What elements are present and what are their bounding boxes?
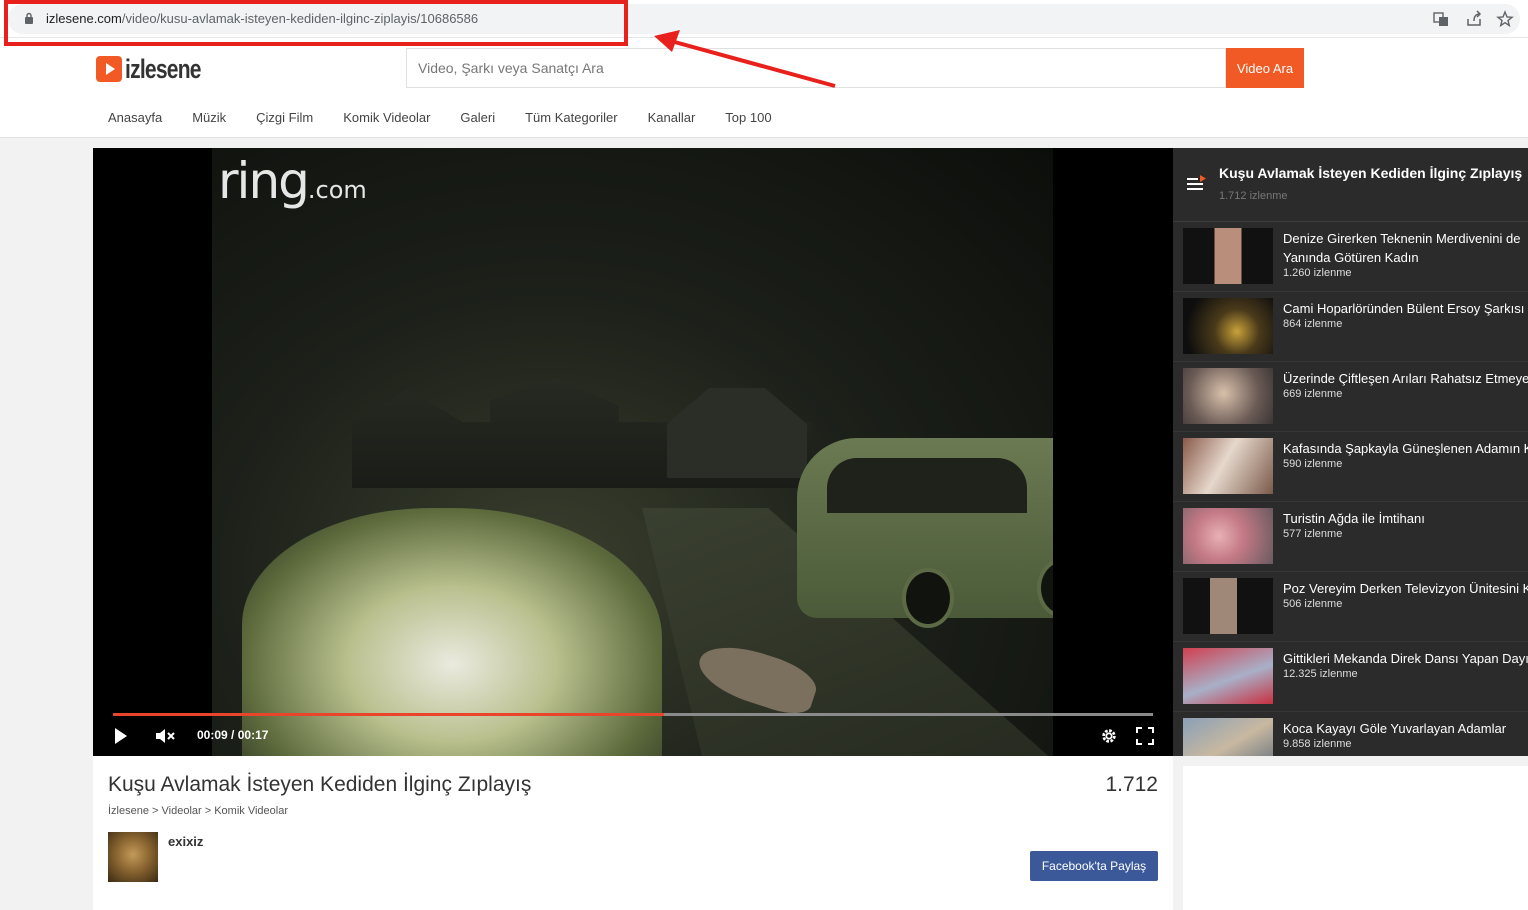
scene-bush [242,508,662,756]
video-thumbnail[interactable] [1183,298,1273,354]
playlist-item[interactable]: Cami Hoparlöründen Bülent Ersoy Şarkısı … [1173,292,1528,362]
playlist-item[interactable]: Gittikleri Mekanda Direk Dansı Yapan Day… [1173,642,1528,712]
fullscreen-icon[interactable] [1136,726,1154,746]
playlist-item-title[interactable]: Denize Girerken Teknenin Merdivenini de … [1283,229,1528,267]
playlist-item-title[interactable]: Cami Hoparlöründen Bülent Ersoy Şarkısı [1283,299,1528,318]
playlist-item-views: 669 izlenme [1283,388,1343,400]
playlist-header: Kuşu Avlamak İsteyen Kediden İlginç Zıpl… [1173,148,1528,222]
search-button[interactable]: Video Ara [1226,48,1304,88]
playlist-item-views: 590 izlenme [1283,458,1343,470]
site-logo[interactable]: izlesene [96,54,222,84]
scene-car-wheel [902,568,954,628]
video-thumbnail[interactable] [1183,228,1273,284]
video-thumbnail[interactable] [1183,438,1273,494]
playlist-item-views: 577 izlenme [1283,528,1343,540]
facebook-share-button[interactable]: Facebook'ta Paylaş [1030,851,1158,881]
video-thumbnail[interactable] [1183,648,1273,704]
settings-gear-icon[interactable] [1100,726,1118,746]
playlist-item[interactable]: Turistin Ağda ile İmtihanı 577 izlenme [1173,502,1528,572]
video-info-panel: Kuşu Avlamak İsteyen Kediden İlginç Zıpl… [93,756,1173,910]
playlist-panel: Kuşu Avlamak İsteyen Kediden İlginç Zıpl… [1173,148,1528,756]
mute-icon[interactable] [155,726,177,746]
playlist-item-title[interactable]: Kafasında Şapkayla Güneşlenen Adamın K [1283,439,1528,458]
uploader-avatar[interactable] [108,832,158,882]
logo-play-icon [96,56,122,82]
playlist-item[interactable]: Kafasında Şapkayla Güneşlenen Adamın K 5… [1173,432,1528,502]
progress-bar[interactable] [113,713,1153,716]
playlist-item-views: 506 izlenme [1283,598,1343,610]
video-title: Kuşu Avlamak İsteyen Kediden İlginç Zıpl… [108,773,532,796]
playlist-item-title[interactable]: Poz Vereyim Derken Televizyon Ünitesini … [1283,579,1528,598]
playlist-title[interactable]: Kuşu Avlamak İsteyen Kediden İlginç Zıpl… [1219,165,1522,181]
playlist-item-views: 864 izlenme [1283,318,1343,330]
video-frame: ring.com [212,148,1053,756]
view-count: 1.712 [1105,773,1158,796]
translate-icon[interactable] [1432,10,1450,28]
playlist-icon [1187,175,1206,190]
scene-car-wheel [1037,558,1053,618]
main-nav: Anasayfa Müzik Çizgi Film Komik Videolar… [93,110,787,125]
playlist-item-title[interactable]: Gittikleri Mekanda Direk Dansı Yapan Day… [1283,649,1528,668]
playlist-item-views: 12.325 izlenme [1283,668,1358,680]
nav-item-tum-kategoriler[interactable]: Tüm Kategoriler [510,110,632,125]
playlist-item[interactable]: Poz Vereyim Derken Televizyon Ünitesini … [1173,572,1528,642]
time-display: 00:09 / 00:17 [197,728,269,742]
nav-item-kanallar[interactable]: Kanallar [633,110,711,125]
breadcrumb[interactable]: İzlesene > Videolar > Komik Videolar [108,805,288,817]
scene-house [667,388,807,478]
annotation-highlight-box [4,0,628,46]
playlist-item-title[interactable]: Üzerinde Çiftleşen Arıları Rahatsız Etme… [1283,369,1528,388]
video-thumbnail[interactable] [1183,508,1273,564]
playlist-item-views: 9.858 izlenme [1283,738,1352,750]
playlist-item-views: 1.260 izlenme [1283,267,1352,279]
playlist-item[interactable]: Üzerinde Çiftleşen Arıları Rahatsız Etme… [1173,362,1528,432]
nav-item-top-100[interactable]: Top 100 [710,110,786,125]
scene-car-window [827,458,1027,513]
nav-item-anasayfa[interactable]: Anasayfa [93,110,177,125]
playlist-item[interactable]: Koca Kayayı Göle Yuvarlayan Adamlar 9.85… [1173,712,1528,756]
nav-item-cizgi-film[interactable]: Çizgi Film [241,110,328,125]
nav-item-komik-videolar[interactable]: Komik Videolar [328,110,445,125]
playlist-views: 1.712 izlenme [1219,190,1288,202]
nav-item-galeri[interactable]: Galeri [445,110,510,125]
playlist-item-title[interactable]: Koca Kayayı Göle Yuvarlayan Adamlar [1283,719,1528,738]
play-icon[interactable] [113,726,129,746]
ring-watermark: ring.com [218,152,367,210]
progress-fill [113,713,665,716]
video-player[interactable]: ring.com 00:09 / 00:17 [93,148,1173,756]
annotation-arrow-icon [654,30,836,88]
uploader-name[interactable]: exixiz [168,834,203,849]
sidebar-blank-panel [1183,766,1528,910]
video-thumbnail[interactable] [1183,368,1273,424]
video-thumbnail[interactable] [1183,718,1273,756]
share-icon[interactable] [1465,10,1483,28]
scene-car [797,438,1053,628]
video-thumbnail[interactable] [1183,578,1273,634]
nav-item-muzik[interactable]: Müzik [177,110,241,125]
playlist-item[interactable]: Denize Girerken Teknenin Merdivenini de … [1173,222,1528,292]
bookmark-star-icon[interactable] [1496,10,1514,28]
playlist-item-title[interactable]: Turistin Ağda ile İmtihanı [1283,509,1528,528]
